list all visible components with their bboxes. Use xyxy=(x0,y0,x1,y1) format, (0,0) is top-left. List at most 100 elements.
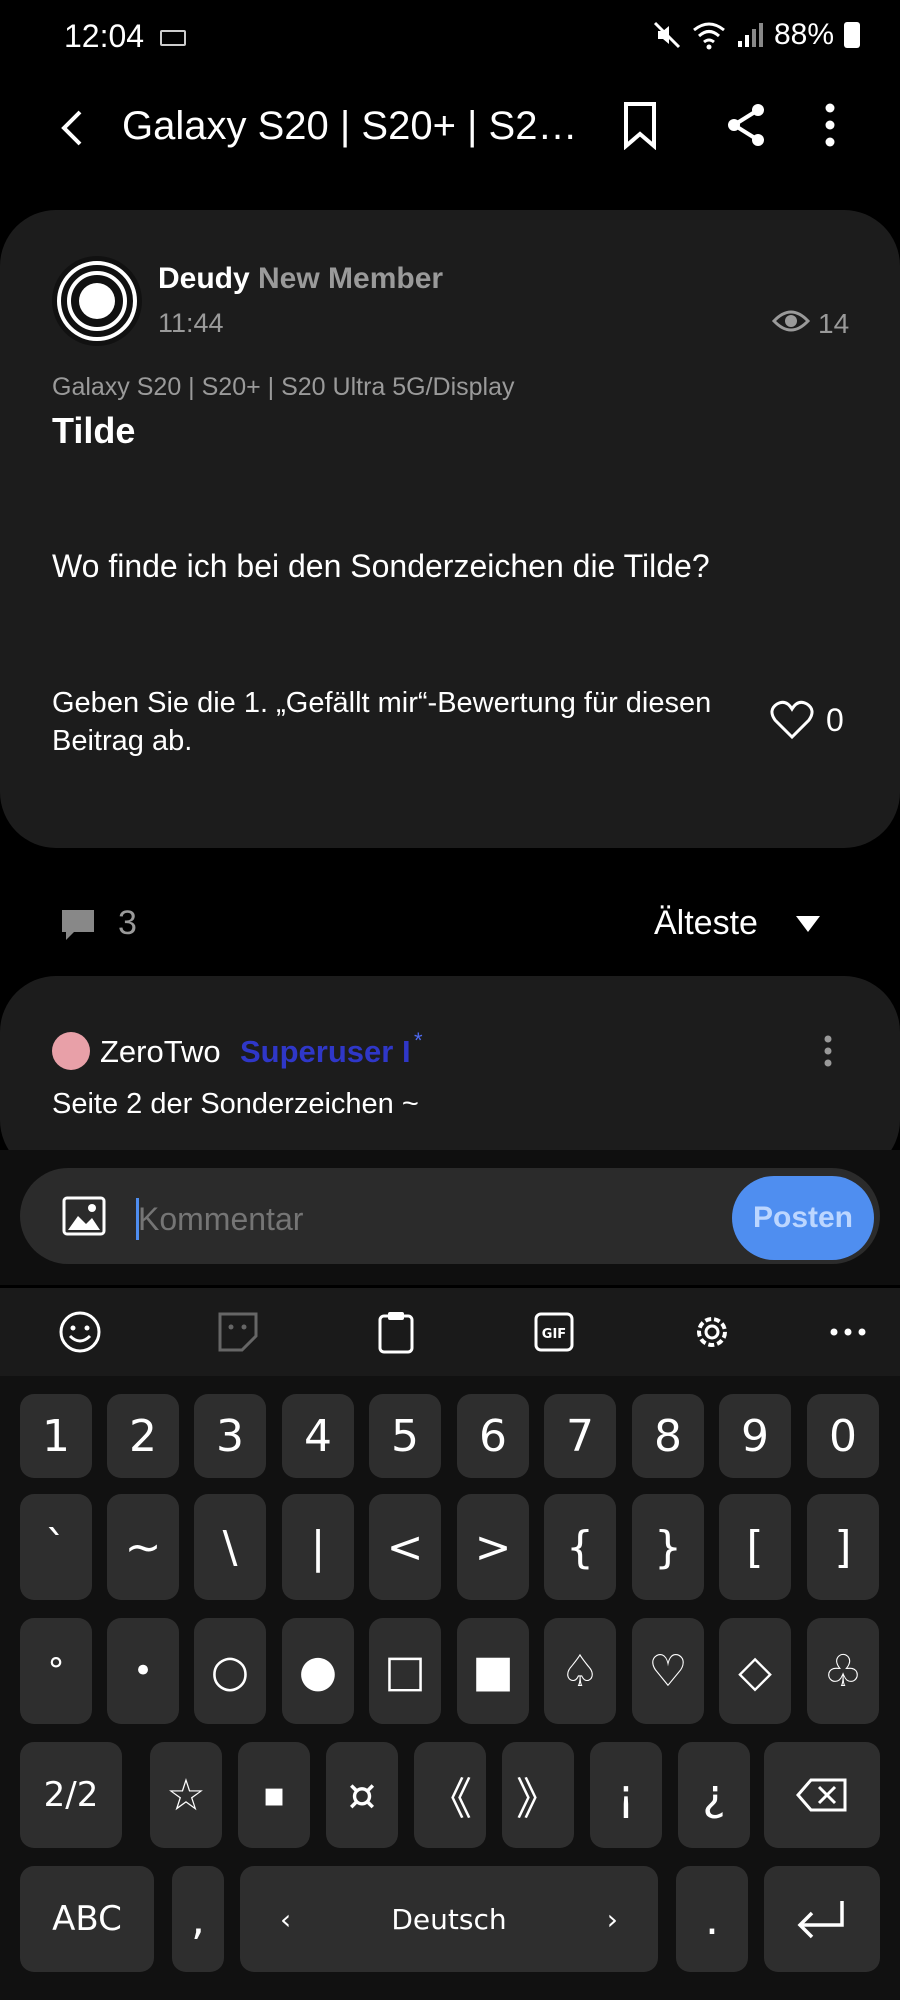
comment-card xyxy=(0,976,900,1176)
post-title: Tilde xyxy=(52,410,136,451)
comment-icon xyxy=(62,910,94,940)
back-icon[interactable] xyxy=(52,106,92,150)
key[interactable]: 5 xyxy=(369,1394,441,1478)
role-mark: * xyxy=(414,1028,423,1053)
enter-icon xyxy=(797,1901,844,1939)
share-icon[interactable] xyxy=(722,100,770,150)
app-bar: Galaxy S20 | S20+ | S20... xyxy=(0,76,900,172)
settings-gear-icon[interactable] xyxy=(690,1310,734,1354)
post-comment-button[interactable]: Posten xyxy=(732,1176,874,1260)
key[interactable]: • xyxy=(107,1618,179,1724)
key[interactable]: ° xyxy=(20,1618,92,1724)
post-category[interactable]: Galaxy S20 | S20+ | S20 Ultra 5G/Display xyxy=(52,373,515,402)
key[interactable]: < xyxy=(369,1494,441,1600)
keyboard-toolbar xyxy=(0,1288,900,1376)
bookmark-icon[interactable] xyxy=(620,100,660,150)
key[interactable]: ▪ xyxy=(238,1742,310,1848)
key[interactable]: ` xyxy=(20,1494,92,1600)
key[interactable]: ◇ xyxy=(719,1618,791,1724)
mute-icon xyxy=(653,21,681,49)
signal-icon xyxy=(737,23,763,47)
key[interactable]: ♡ xyxy=(632,1618,704,1724)
symbol-page-key[interactable]: 2/2 xyxy=(20,1742,122,1848)
key[interactable]: ○ xyxy=(194,1618,266,1724)
key[interactable]: 6 xyxy=(457,1394,529,1478)
author-avatar[interactable] xyxy=(52,256,142,346)
clipboard-icon[interactable] xyxy=(374,1310,418,1354)
image-icon[interactable] xyxy=(62,1196,106,1236)
avatar-ring-icon xyxy=(57,261,137,341)
key[interactable]: □ xyxy=(369,1618,441,1724)
emoji-icon[interactable] xyxy=(58,1310,102,1354)
key[interactable]: ☆ xyxy=(150,1742,222,1848)
language-right-icon: › xyxy=(606,1902,618,1936)
key[interactable]: { xyxy=(544,1494,616,1600)
key[interactable]: ~ xyxy=(107,1494,179,1600)
key[interactable]: ¿ xyxy=(678,1742,750,1848)
comment-author[interactable]: ZeroTwo xyxy=(100,1034,221,1070)
key[interactable]: ♧ xyxy=(807,1618,879,1724)
wifi-icon xyxy=(693,22,725,50)
comment-avatar[interactable] xyxy=(52,1032,90,1070)
post-author[interactable]: Deudy xyxy=(158,262,250,296)
key[interactable]: ● xyxy=(282,1618,354,1724)
key[interactable]: [ xyxy=(719,1494,791,1600)
battery-icon xyxy=(844,22,860,48)
key[interactable]: 《 xyxy=(414,1742,486,1848)
key[interactable]: ] xyxy=(807,1494,879,1600)
sort-dropdown[interactable]: Älteste xyxy=(654,904,758,943)
comment-more-icon[interactable] xyxy=(818,1034,838,1068)
status-bar: 12:04 88% xyxy=(0,0,900,76)
more-keyboard-icon[interactable] xyxy=(826,1310,870,1354)
post-time: 11:44 xyxy=(158,308,224,338)
sticker-icon[interactable] xyxy=(216,1310,260,1354)
key[interactable]: 1 xyxy=(20,1394,92,1478)
key[interactable]: > xyxy=(457,1494,529,1600)
key[interactable]: ■ xyxy=(457,1618,529,1724)
comment-author-role: Superuser I xyxy=(240,1034,411,1069)
period-key[interactable]: . xyxy=(676,1866,748,1972)
post-view-count: 14 xyxy=(818,308,850,339)
comma-key[interactable]: , xyxy=(172,1866,224,1972)
backspace-key[interactable] xyxy=(764,1742,880,1848)
status-time: 12:04 xyxy=(64,18,145,54)
language-left-icon: ‹ xyxy=(280,1902,292,1936)
status-icons: 88% xyxy=(652,18,860,52)
key[interactable]: 8 xyxy=(632,1394,704,1478)
key[interactable]: 7 xyxy=(544,1394,616,1478)
key[interactable]: 3 xyxy=(194,1394,266,1478)
key[interactable]: } xyxy=(632,1494,704,1600)
abc-key[interactable]: ABC xyxy=(20,1866,154,1972)
comments-bar: 3 Älteste xyxy=(0,880,900,970)
comment-text: Seite 2 der Sonderzeichen ~ xyxy=(52,1088,419,1120)
key[interactable]: 9 xyxy=(719,1394,791,1478)
post-body: Wo finde ich bei den Sonderzeichen die T… xyxy=(52,548,710,584)
comment-input[interactable] xyxy=(136,1190,720,1248)
key[interactable]: 4 xyxy=(282,1394,354,1478)
key[interactable]: ♤ xyxy=(544,1618,616,1724)
key[interactable]: | xyxy=(282,1494,354,1600)
key[interactable]: \ xyxy=(194,1494,266,1600)
language-label: Deutsch xyxy=(391,1902,507,1936)
key[interactable]: ¤ xyxy=(326,1742,398,1848)
views-icon xyxy=(772,310,810,332)
svg-text:GIF: GIF xyxy=(542,1327,566,1342)
page-title: Galaxy S20 | S20+ | S20... xyxy=(122,104,582,148)
more-options-icon[interactable] xyxy=(818,100,842,150)
comment-count: 3 xyxy=(118,904,137,942)
backspace-icon xyxy=(796,1778,847,1812)
key[interactable]: 》 xyxy=(502,1742,574,1848)
like-count: 0 xyxy=(826,702,844,738)
like-heart-icon[interactable] xyxy=(770,700,814,740)
enter-key[interactable] xyxy=(764,1866,880,1972)
battery-percent: 88% xyxy=(773,18,834,51)
key[interactable]: ¡ xyxy=(590,1742,662,1848)
key[interactable]: 0 xyxy=(807,1394,879,1478)
chevron-down-icon[interactable] xyxy=(796,916,820,934)
space-bar[interactable]: ‹ Deutsch › xyxy=(240,1866,658,1972)
keyboard-status-icon xyxy=(160,30,186,46)
like-prompt: Geben Sie die 1. „Gefällt mir“-Bewertung… xyxy=(52,687,712,757)
post-author-role: New Member xyxy=(258,262,444,295)
key[interactable]: 2 xyxy=(107,1394,179,1478)
gif-icon[interactable]: GIF xyxy=(532,1310,576,1354)
